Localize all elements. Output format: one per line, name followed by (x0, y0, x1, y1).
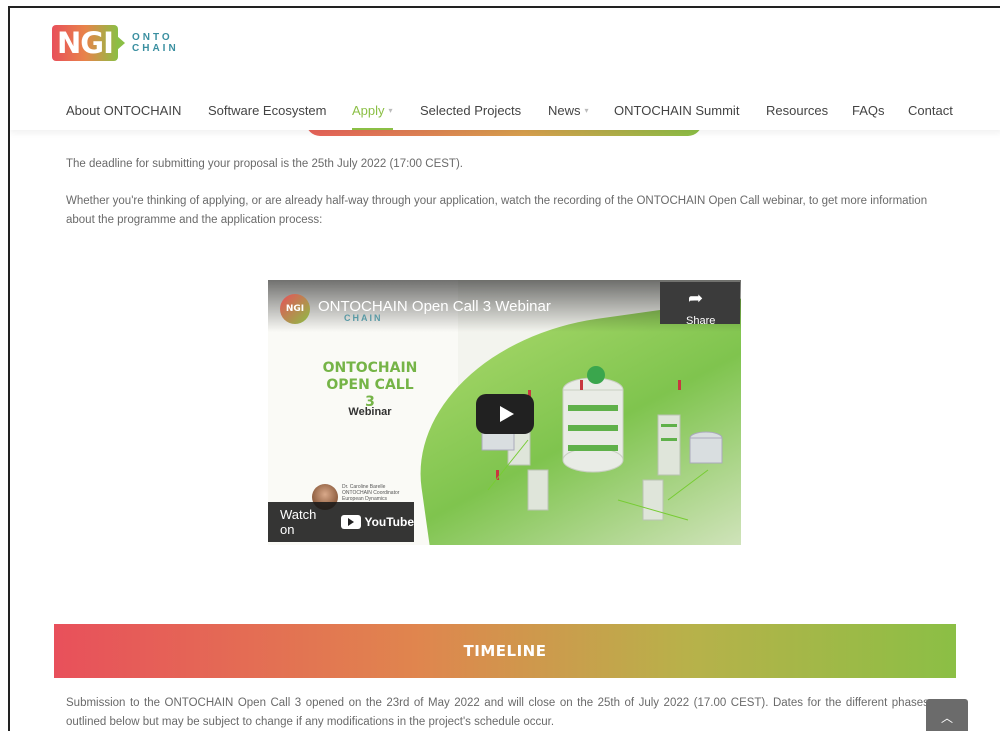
chevron-down-icon: ▾ (584, 105, 589, 115)
share-icon[interactable]: ➦ (688, 288, 703, 309)
youtube-wordmark: YouTube (364, 515, 414, 529)
timeline-banner: TIMELINE (54, 624, 956, 678)
youtube-video-embed[interactable]: NGI CHAIN ONTOCHAIN Open Call 3 Webinar … (268, 280, 741, 545)
nav-item-contact[interactable]: Contact (908, 90, 953, 130)
nav-item-label: Contact (908, 102, 953, 118)
deadline-text: The deadline for submitting your proposa… (66, 158, 463, 170)
nav-item-label: Apply (352, 102, 385, 118)
nav-item-about[interactable]: About ONTOCHAIN (66, 90, 181, 130)
nav-item-apply[interactable]: Apply ▾ (352, 90, 393, 130)
nav-item-summit[interactable]: ONTOCHAIN Summit (614, 90, 739, 130)
nav-item-label: Software Ecosystem (208, 102, 327, 118)
nav-item-faqs[interactable]: FAQs (852, 90, 885, 130)
logo-ngi-badge: NGI (52, 25, 125, 61)
play-icon (499, 406, 514, 422)
scroll-to-top-button[interactable]: ︿ (926, 699, 968, 731)
logo-line1: ONTO (132, 32, 173, 43)
nav-item-selected-projects[interactable]: Selected Projects (420, 90, 521, 130)
nav-item-software-ecosystem[interactable]: Software Ecosystem (208, 90, 327, 130)
video-heading: ONTOCHAIN OPEN CALL 3 (320, 360, 420, 411)
logo-line2: CHAIN (132, 43, 179, 54)
active-underline (352, 128, 393, 130)
presenter-caption: Dr. Caroline Barelle ONTOCHAIN Coordinat… (342, 484, 399, 502)
timeline-title: TIMELINE (463, 642, 547, 660)
video-title[interactable]: ONTOCHAIN Open Call 3 Webinar (318, 298, 551, 315)
nav-item-label: News (548, 102, 581, 118)
play-button[interactable] (476, 394, 534, 434)
watch-on-youtube-button[interactable]: Watch on YouTube (268, 502, 414, 542)
youtube-logo: YouTube (341, 515, 414, 529)
logo-wordmark: ONTO CHAIN (132, 32, 179, 54)
channel-logo[interactable]: NGI (280, 294, 310, 324)
webinar-intro-text: Whether you're thinking of applying, or … (66, 195, 928, 226)
nav-item-label: Selected Projects (420, 102, 522, 118)
nav-item-label: FAQs (852, 102, 885, 118)
main-nav: About ONTOCHAIN Software Ecosystem Apply… (10, 90, 1000, 130)
nav-item-label: Resources (766, 102, 829, 118)
share-button[interactable]: Share (686, 315, 715, 327)
video-subheading: Webinar (348, 406, 392, 418)
timeline-text: Submission to the ONTOCHAIN Open Call 3 … (66, 697, 950, 728)
nav-item-news[interactable]: News ▾ (548, 90, 589, 130)
nav-item-label: About ONTOCHAIN (66, 102, 182, 118)
nav-item-label: ONTOCHAIN Summit (614, 102, 740, 118)
site-logo[interactable]: NGI ONTO CHAIN (52, 24, 179, 62)
watch-on-label: Watch on (280, 507, 317, 537)
video-heading-line1: ONTOCHAIN (322, 360, 418, 376)
nav-item-resources[interactable]: Resources (766, 90, 828, 130)
chevron-up-icon: ︿ (940, 710, 953, 725)
browser-frame: The deadline for submitting your proposa… (8, 6, 1000, 731)
chevron-down-icon: ▾ (388, 105, 393, 115)
site-header: NGI ONTO CHAIN About ONTOCHAIN Software … (10, 8, 1000, 130)
youtube-play-icon (341, 515, 362, 529)
